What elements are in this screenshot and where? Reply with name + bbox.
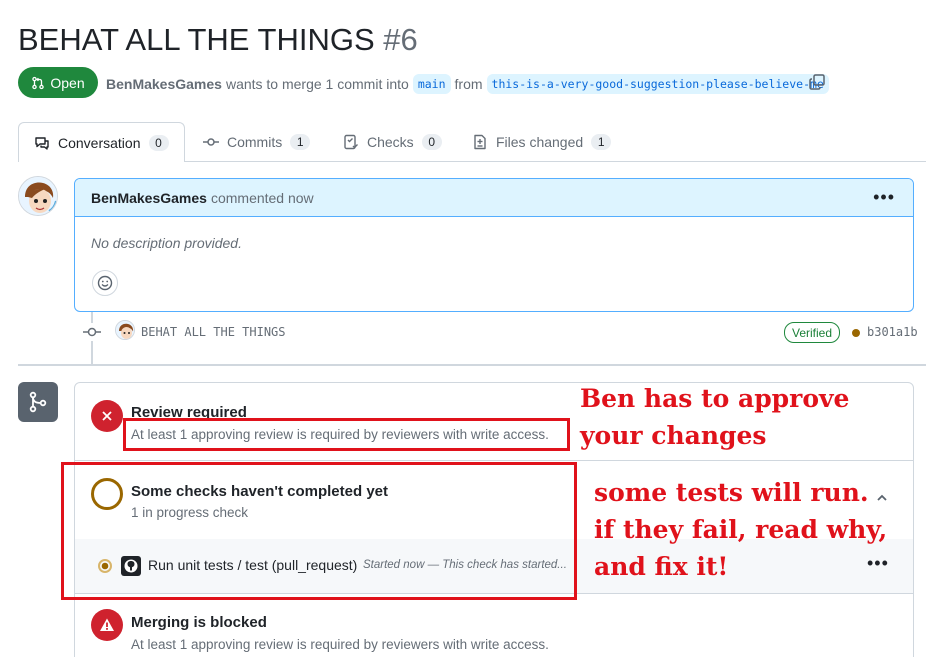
row-divider [75,460,913,461]
tab-label: Checks [367,134,414,150]
tab-counter: 1 [591,134,612,150]
status-label: Open [50,74,85,91]
from-text: from [454,76,483,92]
comment-header: BenMakesGames commented now ••• [75,179,913,217]
more-options-icon[interactable]: ••• [873,187,895,208]
blocked-badge [91,609,123,641]
status-badge: Open [18,67,98,98]
annotation-box-review [123,418,570,451]
pending-status-dot[interactable] [852,329,860,337]
pr-meta: BenMakesGames wants to merge 1 commit in… [106,74,829,94]
timeline-separator [18,364,926,366]
tab-label: Commits [227,134,283,150]
comment-body: No description provided. [91,235,242,251]
tab-counter: 0 [148,134,169,151]
pr-title-text: BEHAT ALL THE THINGS [18,22,375,57]
commit-icon [83,323,101,341]
x-icon [102,411,112,421]
tab-files-changed[interactable]: Files changed 1 [457,122,626,162]
tab-label: Conversation [58,134,141,151]
tab-counter: 0 [421,134,442,150]
pr-title: BEHAT ALL THE THINGS #6 [18,22,418,58]
tab-commits[interactable]: Commits 1 [188,122,325,162]
avatar-image [116,321,134,339]
annotation-line: your changes [580,421,767,450]
merge-text: wants to merge 1 commit into [225,76,409,92]
git-merge-icon [18,382,58,422]
commit-icon [203,138,219,146]
avatar[interactable] [18,176,58,216]
comment-author[interactable]: BenMakesGames [91,190,207,206]
tab-conversation[interactable]: Conversation 0 [18,122,185,162]
tab-label: Files changed [496,134,584,150]
commit-sha[interactable]: b301a1b [867,325,918,339]
alert-icon [100,618,114,631]
review-failed-badge [91,400,123,432]
pr-number: #6 [383,22,418,57]
file-diff-icon [474,134,486,150]
commit-avatar[interactable] [115,320,135,340]
annotation-box-checks [61,462,577,600]
blocked-title: Merging is blocked [131,614,267,631]
comment-box: BenMakesGames commented now ••• No descr… [74,178,914,312]
tab-counter: 1 [290,134,311,150]
copy-icon[interactable] [808,73,826,91]
comment-time[interactable]: commented now [211,190,314,206]
checklist-icon [344,134,358,150]
comment-icon [35,136,49,150]
annotation-line: some tests will run. [594,478,869,507]
add-reaction-button[interactable] [92,270,118,296]
blocked-subtitle: At least 1 approving review is required … [131,637,549,652]
annotation-tests: some tests will run. if they fail, read … [594,474,887,585]
annotation-line: and fix it! [594,552,729,581]
annotation-line: if they fail, read why, [594,515,888,544]
pull-request-icon [32,76,45,89]
verified-badge[interactable]: Verified [784,322,841,343]
commit-message[interactable]: BEHAT ALL THE THINGS [141,325,286,339]
annotation-approve: Ben has to approve your changes [580,380,849,454]
head-branch[interactable]: this-is-a-very-good-suggestion-please-be… [486,74,829,94]
smiley-icon [97,275,113,291]
avatar-image [19,177,57,215]
annotation-line: Ben has to approve [580,384,850,413]
tab-checks[interactable]: Checks 0 [328,122,457,162]
merge-glyph [29,391,47,413]
pr-author[interactable]: BenMakesGames [106,76,222,92]
base-branch[interactable]: main [412,74,451,94]
